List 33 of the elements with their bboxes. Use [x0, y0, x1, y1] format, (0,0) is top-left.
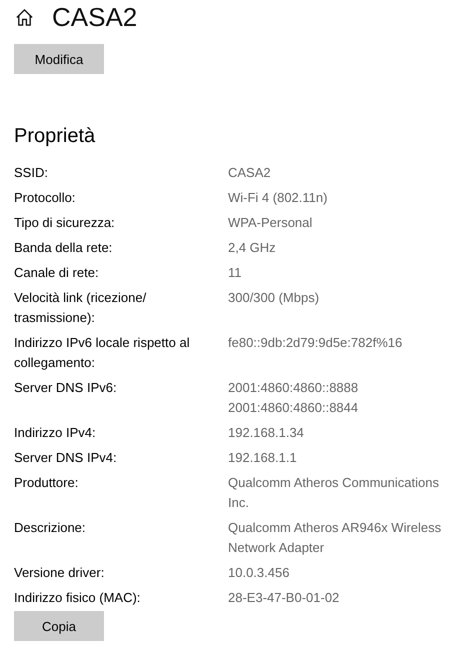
property-label: Versione driver: [14, 564, 106, 582]
property-value: 192.168.1.1 [228, 449, 297, 467]
copy-button[interactable]: Copia [14, 611, 104, 641]
property-label: Server DNS IPv6: [14, 379, 118, 397]
property-label: Velocità link (ricezione/ trasmissione): [14, 289, 148, 327]
property-value: 11 [228, 264, 242, 282]
property-value: 300/300 (Mbps) [228, 289, 320, 307]
property-label: Indirizzo IPv6 locale rispetto al collegamento: [14, 334, 191, 372]
property-label: SSID: [14, 164, 49, 182]
property-label: Indirizzo IPv4: [14, 424, 97, 442]
property-value: 10.0.3.456 [228, 564, 290, 582]
edit-button[interactable]: Modifica [14, 44, 104, 74]
property-value: Wi-Fi 4 (802.11n) [228, 189, 328, 207]
property-label: Descrizione: [14, 519, 87, 537]
property-label: Server DNS IPv4: [14, 449, 118, 467]
page-title: CASA2 [52, 2, 138, 32]
property-value: 2,4 GHz [228, 239, 276, 257]
property-value: 192.168.1.34 [228, 424, 304, 442]
property-label: Banda della rete: [14, 239, 114, 257]
property-label: Indirizzo fisico (MAC): [14, 589, 142, 607]
property-label: Canale di rete: [14, 264, 100, 282]
property-value: fe80::9db:2d79:9d5e:782f%16 [228, 334, 402, 352]
property-value: 2001:4860:4860::8888 2001:4860:4860::8844 [228, 379, 358, 417]
home-icon[interactable] [15, 8, 34, 26]
property-value: Qualcomm Atheros Communications Inc. [228, 474, 439, 512]
property-value: 28-E3-47-B0-01-02 [228, 589, 340, 607]
property-value: WPA-Personal [228, 214, 312, 232]
property-value: Qualcomm Atheros AR946x Wireless Network Adapter [228, 519, 442, 557]
property-label: Protocollo: [14, 189, 76, 207]
property-label: Produttore: [14, 474, 80, 492]
section-heading: Proprietà [14, 125, 96, 149]
property-value: CASA2 [228, 164, 271, 182]
property-label: Tipo di sicurezza: [14, 214, 116, 232]
